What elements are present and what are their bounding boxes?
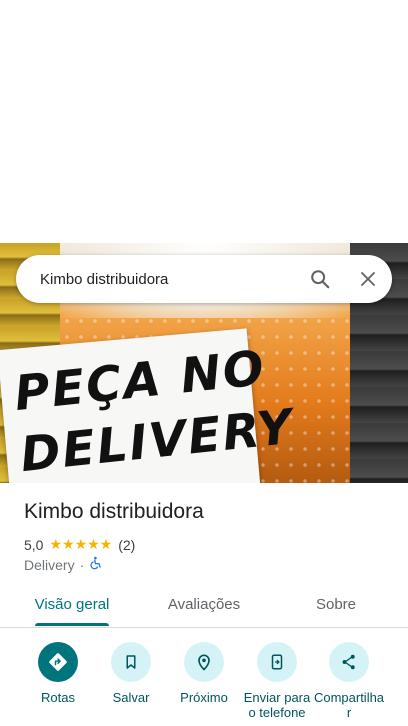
rating-stars: ★★★★★ — [49, 536, 113, 552]
share-label: Compartilhar — [313, 690, 385, 720]
search-input[interactable] — [16, 254, 296, 304]
close-icon[interactable] — [344, 255, 392, 303]
tab-reviews[interactable]: Avaliações — [132, 585, 276, 625]
accessibility-icon — [89, 556, 103, 573]
directions-label: Rotas — [41, 690, 75, 705]
save-label: Salvar — [112, 690, 150, 705]
share-button[interactable]: Compartilhar — [313, 640, 385, 720]
directions-button[interactable]: Rotas — [22, 640, 94, 705]
share-icon — [329, 642, 369, 682]
action-row: Rotas Salvar Próximo Enviar para o telef… — [0, 640, 408, 726]
tab-overview[interactable]: Visão geral — [0, 585, 144, 625]
search-icon[interactable] — [296, 255, 344, 303]
tab-indicator — [35, 623, 109, 626]
nearby-label: Próximo — [180, 690, 228, 705]
review-count: (2) — [118, 536, 136, 553]
rating-row[interactable]: 5,0 ★★★★★ (2) — [24, 536, 135, 553]
send-to-phone-button[interactable]: Enviar para o telefone — [241, 640, 313, 720]
send-to-phone-label: Enviar para o telefone — [243, 690, 311, 720]
save-button[interactable]: Salvar — [95, 640, 167, 705]
search-bar[interactable] — [16, 254, 392, 304]
directions-icon — [38, 642, 78, 682]
tab-about[interactable]: Sobre — [272, 585, 400, 625]
rating-value: 5,0 — [24, 536, 44, 553]
tab-bar: Visão geral Avaliações Sobre — [0, 585, 408, 628]
send-to-phone-icon — [257, 642, 297, 682]
nearby-button[interactable]: Próximo — [168, 640, 240, 705]
nearby-icon — [184, 642, 224, 682]
bookmark-icon — [111, 642, 151, 682]
place-title: Kimbo distribuidora — [24, 500, 204, 523]
category-row: Delivery · — [24, 556, 103, 573]
map-area[interactable] — [0, 0, 408, 243]
separator: · — [79, 556, 85, 573]
category-label: Delivery — [24, 556, 75, 573]
